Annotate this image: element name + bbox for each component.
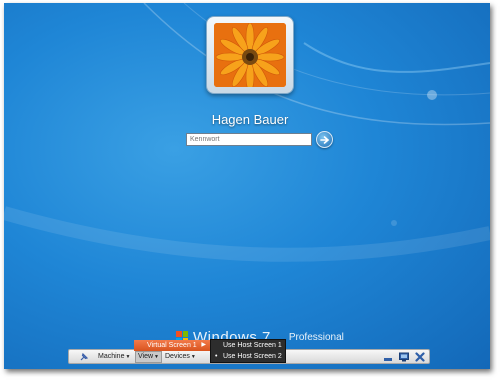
use-host-screen-1-option[interactable]: Use Host Screen 1 xyxy=(211,340,285,351)
submit-login-button[interactable] xyxy=(316,131,333,148)
desktop-screen: Hagen Bauer Windows 7 Professional xyxy=(4,3,490,369)
machine-menu-label: Machine xyxy=(98,353,125,360)
user-avatar xyxy=(214,23,286,87)
devices-menu[interactable]: Devices▼ xyxy=(165,352,196,362)
view-menu-label: View xyxy=(138,353,154,360)
submenu-arrow-icon: ▶ xyxy=(201,342,206,348)
devices-menu-label: Devices xyxy=(165,353,190,360)
user-avatar-frame xyxy=(206,16,294,94)
virtual-screen-label: Virtual Screen 1 xyxy=(147,342,197,349)
username-label: Hagen Bauer xyxy=(211,112,289,127)
use-host-screen-2-option[interactable]: • Use Host Screen 2 xyxy=(211,351,285,362)
password-input[interactable] xyxy=(186,133,312,146)
arrow-right-icon xyxy=(319,135,329,144)
virtual-screen-submenu: Use Host Screen 1 • Use Host Screen 2 xyxy=(210,339,286,363)
close-icon[interactable] xyxy=(415,352,425,362)
pin-icon[interactable] xyxy=(79,352,89,362)
view-menu[interactable]: View▼ xyxy=(135,351,162,363)
use-host-screen-1-label: Use Host Screen 1 xyxy=(223,342,282,349)
virtual-screen-menu-item[interactable]: Virtual Screen 1 ▶ xyxy=(134,340,210,351)
monitor-icon[interactable] xyxy=(399,352,409,362)
machine-menu[interactable]: Machine▼ xyxy=(98,352,130,362)
windows-edition: Professional xyxy=(288,331,344,343)
use-host-screen-2-label: Use Host Screen 2 xyxy=(223,353,282,360)
selected-bullet-icon: • xyxy=(215,353,218,360)
minimize-icon[interactable] xyxy=(383,352,393,362)
